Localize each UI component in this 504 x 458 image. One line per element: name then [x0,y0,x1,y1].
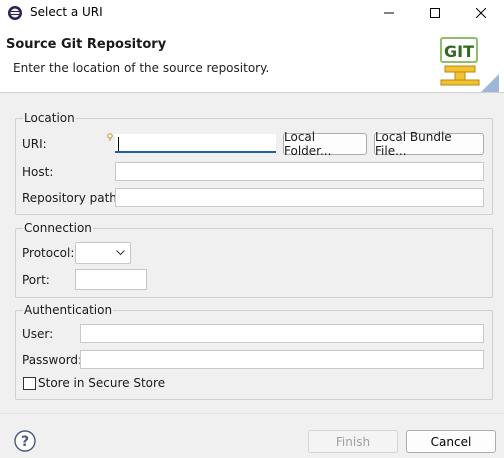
maximize-icon [430,8,440,18]
minimize-button[interactable] [366,0,412,26]
svg-text:?: ? [21,434,29,450]
port-label: Port: [22,273,50,287]
footer-divider [0,413,504,414]
store-secure-label: Store in Secure Store [38,376,166,390]
git-repository-logo: GIT [440,37,499,92]
password-label: Password: [22,353,83,367]
eclipse-app-icon [8,6,22,20]
window-title: Select a URI [30,5,103,19]
page-description: Enter the location of the source reposit… [13,61,270,75]
minimize-icon [384,12,394,14]
window-title-bar: Select a URI [0,0,504,26]
finish-button[interactable]: Finish [308,430,398,453]
maximize-button[interactable] [412,0,458,26]
help-icon[interactable]: ? [14,430,36,452]
required-field-icon [107,133,113,141]
local-bundle-file-button[interactable]: Local Bundle File... [374,130,484,158]
page-title: Source Git Repository [6,37,167,52]
user-input[interactable] [80,324,484,343]
close-button[interactable] [458,0,504,26]
authentication-group-title: Authentication [23,303,114,317]
protocol-select[interactable] [75,242,131,264]
local-folder-button[interactable]: Local Folder... [283,130,367,158]
password-input[interactable] [80,350,484,369]
chevron-down-icon [116,250,125,256]
host-label: Host: [22,165,54,179]
host-input[interactable] [115,162,484,181]
user-label: User: [22,327,54,341]
store-secure-checkbox[interactable] [23,377,36,390]
uri-label: URI: [22,137,47,151]
cancel-button[interactable]: Cancel [406,430,496,453]
location-group-title: Location [23,111,76,125]
git-logo-text: GIT [444,42,474,61]
wizard-header: Source Git Repository Enter the location… [0,26,504,93]
uri-input[interactable] [115,134,276,153]
repository-path-input[interactable] [115,188,484,207]
close-icon [476,8,486,18]
protocol-label: Protocol: [22,246,75,260]
port-input[interactable] [75,269,147,290]
repository-path-label: Repository path: [22,191,121,205]
connection-group-title: Connection [23,221,93,235]
text-caret [118,137,119,151]
